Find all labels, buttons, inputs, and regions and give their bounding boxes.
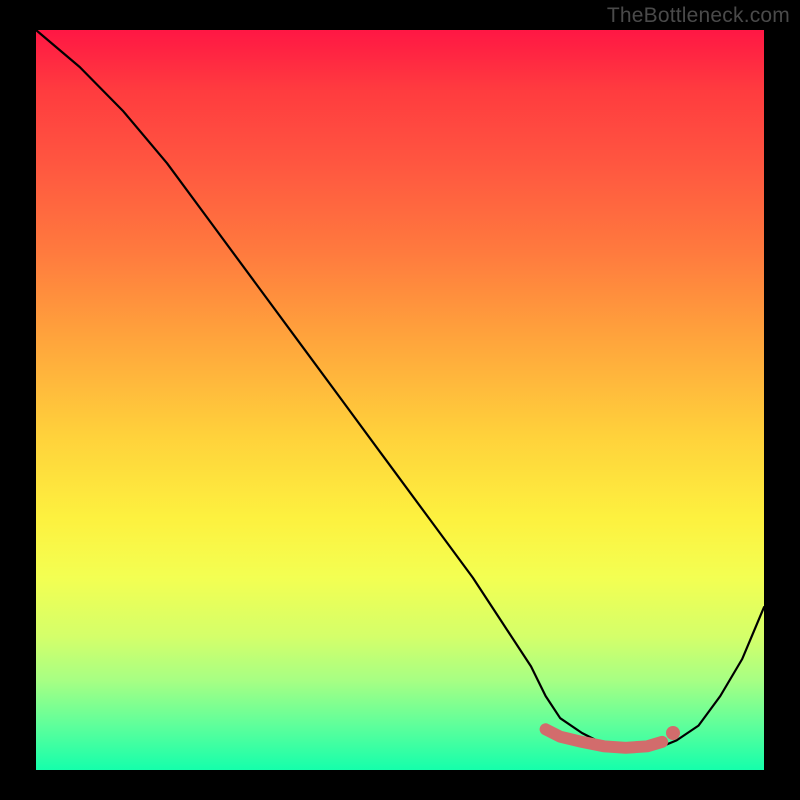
plot-area [36,30,764,770]
sweet-spot-band-path [546,729,663,748]
sweet-spot-end-dot [666,726,680,740]
chart-frame: TheBottleneck.com [0,0,800,800]
bottleneck-curve-path [36,30,764,748]
chart-svg [36,30,764,770]
watermark-text: TheBottleneck.com [607,4,790,28]
